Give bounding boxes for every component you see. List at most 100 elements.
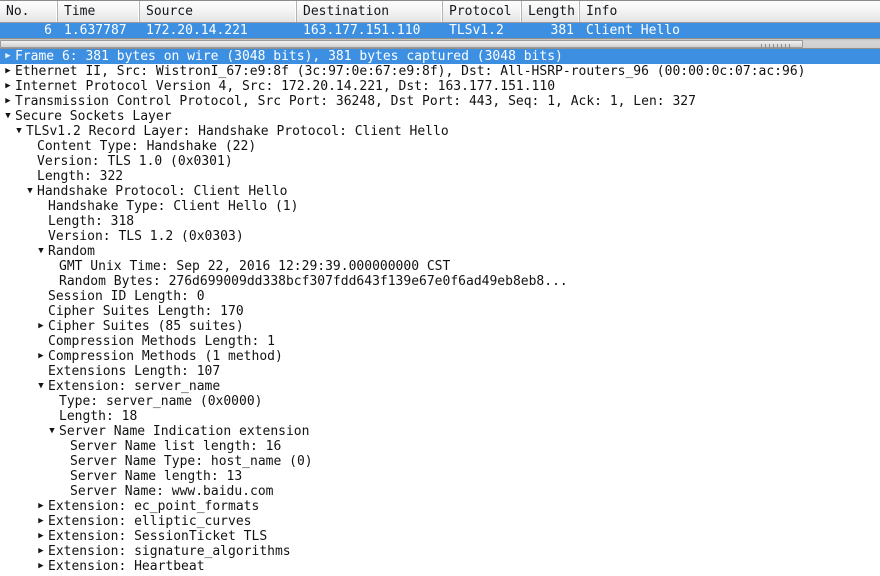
detail-tree-row-label: Secure Sockets Layer	[15, 109, 172, 124]
packet-cell-no: 6	[44, 23, 52, 38]
detail-tree-row[interactable]: Server Name: www.baidu.com	[0, 484, 880, 499]
expand-triangle-right-icon[interactable]: ▶	[35, 499, 47, 514]
column-header-protocol[interactable]: Protocol	[443, 1, 522, 22]
detail-tree-row-label: Server Name: www.baidu.com	[70, 484, 274, 499]
detail-tree-row-label: Internet Protocol Version 4, Src: 172.20…	[15, 79, 556, 94]
detail-tree-row[interactable]: Compression Methods Length: 1	[0, 334, 880, 349]
scrollbar-grip-icon	[761, 44, 793, 48]
detail-tree-row-label: Ethernet II, Src: WistronI_67:e9:8f (3c:…	[15, 64, 806, 79]
expand-triangle-down-icon[interactable]: ▼	[13, 124, 25, 139]
detail-tree-row-label: Version: TLS 1.2 (0x0303)	[48, 229, 244, 244]
detail-tree-row-label: Session ID Length: 0	[48, 289, 205, 304]
expand-triangle-right-icon[interactable]: ▶	[35, 559, 47, 574]
detail-tree-row[interactable]: ▶ Extension: signature_algorithms	[0, 544, 880, 559]
packet-list-row[interactable]: 6 1.637787 172.20.14.221 163.177.151.110 TLS…	[0, 23, 880, 38]
detail-tree-row-label: Server Name list length: 16	[70, 439, 282, 454]
detail-tree-row-label: Extension: Heartbeat	[48, 559, 205, 574]
expand-triangle-down-icon[interactable]: ▼	[2, 109, 14, 124]
expand-triangle-right-icon[interactable]: ▶	[35, 529, 47, 544]
expand-triangle-right-icon[interactable]: ▶	[35, 514, 47, 529]
detail-tree-row[interactable]: Handshake Type: Client Hello (1)	[0, 199, 880, 214]
detail-tree-row[interactable]: GMT Unix Time: Sep 22, 2016 12:29:39.000…	[0, 259, 880, 274]
detail-tree-row[interactable]: ▶ Ethernet II, Src: WistronI_67:e9:8f (3c…	[0, 64, 880, 79]
detail-tree-row[interactable]: ▶ Extension: ec_point_formats	[0, 499, 880, 514]
detail-tree-row[interactable]: Length: 318	[0, 214, 880, 229]
packet-cell-protocol: TLSv1.2	[449, 23, 504, 38]
detail-tree-row[interactable]: Length: 322	[0, 169, 880, 184]
detail-tree-row-label: Length: 318	[48, 214, 135, 229]
detail-tree-row[interactable]: ▶ Extension: Heartbeat	[0, 559, 880, 574]
detail-tree-row[interactable]: ▼ TLSv1.2 Record Layer: Handshake Protoco…	[0, 124, 880, 139]
detail-tree-row-label: Handshake Protocol: Client Hello	[37, 184, 288, 199]
detail-tree-row[interactable]: ▶ Internet Protocol Version 4, Src: 172.2…	[0, 79, 880, 94]
packet-cell-destination: 163.177.151.110	[303, 23, 421, 38]
detail-tree-row[interactable]: Server Name list length: 16	[0, 439, 880, 454]
expand-triangle-down-icon[interactable]: ▼	[35, 379, 47, 394]
detail-tree-row-label: TLSv1.2 Record Layer: Handshake Protocol…	[26, 124, 449, 139]
detail-tree-row[interactable]: ▶ Extension: elliptic_curves	[0, 514, 880, 529]
detail-tree-row-label: GMT Unix Time: Sep 22, 2016 12:29:39.000…	[59, 259, 451, 274]
detail-tree-row[interactable]: ▼ Extension: server_name	[0, 379, 880, 394]
detail-tree-row-label: Server Name length: 13	[70, 469, 243, 484]
detail-tree-row-label: Random	[48, 244, 95, 259]
expand-triangle-down-icon[interactable]: ▼	[46, 424, 58, 439]
expand-triangle-right-icon[interactable]: ▶	[35, 544, 47, 559]
detail-tree-row[interactable]: ▼ Handshake Protocol: Client Hello	[0, 184, 880, 199]
packet-cell-info: Client Hello	[586, 23, 680, 38]
column-header-source[interactable]: Source	[140, 1, 297, 22]
expand-triangle-right-icon[interactable]: ▶	[2, 49, 14, 64]
detail-tree-row[interactable]: Server Name Type: host_name (0)	[0, 454, 880, 469]
detail-tree-row-label: Type: server_name (0x0000)	[59, 394, 263, 409]
detail-tree-row[interactable]: ▶ Frame 6: 381 bytes on wire (3048 bits),…	[0, 49, 880, 64]
detail-tree-row[interactable]: Type: server_name (0x0000)	[0, 394, 880, 409]
detail-tree-row[interactable]: ▶ Compression Methods (1 method)	[0, 349, 880, 364]
detail-tree-row-label: Transmission Control Protocol, Src Port:…	[15, 94, 696, 109]
packet-cell-time: 1.637787	[64, 23, 127, 38]
detail-tree-row[interactable]: Version: TLS 1.0 (0x0301)	[0, 154, 880, 169]
packet-detail-tree[interactable]: ▶ Frame 6: 381 bytes on wire (3048 bits),…	[0, 49, 880, 574]
detail-tree-row-label: Handshake Type: Client Hello (1)	[48, 199, 299, 214]
scrollbar-thumb[interactable]	[0, 40, 803, 48]
packet-list-header[interactable]: No. Time Source Destination Protocol Length In…	[0, 0, 880, 23]
detail-tree-row[interactable]: Extensions Length: 107	[0, 364, 880, 379]
detail-tree-row[interactable]: Content Type: Handshake (22)	[0, 139, 880, 154]
column-header-destination[interactable]: Destination	[297, 1, 443, 22]
column-header-info[interactable]: Info	[580, 1, 880, 22]
expand-triangle-right-icon[interactable]: ▶	[35, 319, 47, 334]
expand-triangle-right-icon[interactable]: ▶	[2, 94, 14, 109]
detail-tree-row-label: Cipher Suites (85 suites)	[48, 319, 244, 334]
detail-tree-row-label: Frame 6: 381 bytes on wire (3048 bits), …	[15, 49, 563, 64]
detail-tree-row[interactable]: ▶ Extension: SessionTicket TLS	[0, 529, 880, 544]
horizontal-scrollbar[interactable]	[0, 38, 880, 49]
packet-cell-source: 172.20.14.221	[146, 23, 248, 38]
detail-tree-row[interactable]: Version: TLS 1.2 (0x0303)	[0, 229, 880, 244]
detail-tree-row[interactable]: ▼ Server Name Indication extension	[0, 424, 880, 439]
detail-tree-row[interactable]: ▼ Random	[0, 244, 880, 259]
detail-tree-row[interactable]: ▶ Transmission Control Protocol, Src Port…	[0, 94, 880, 109]
detail-tree-row[interactable]: ▼ Secure Sockets Layer	[0, 109, 880, 124]
detail-tree-row[interactable]: Server Name length: 13	[0, 469, 880, 484]
column-header-time[interactable]: Time	[58, 1, 140, 22]
column-header-no[interactable]: No.	[0, 1, 58, 22]
expand-triangle-right-icon[interactable]: ▶	[35, 349, 47, 364]
wireshark-window: No. Time Source Destination Protocol Length In…	[0, 0, 880, 576]
detail-tree-row[interactable]: ▶ Cipher Suites (85 suites)	[0, 319, 880, 334]
detail-tree-row-label: Server Name Indication extension	[59, 424, 310, 439]
detail-tree-row[interactable]: Length: 18	[0, 409, 880, 424]
packet-list[interactable]: 6 1.637787 172.20.14.221 163.177.151.110 TLS…	[0, 23, 880, 38]
detail-tree-row[interactable]: Random Bytes: 276d699009dd338bcf307fdd64…	[0, 274, 880, 289]
expand-triangle-down-icon[interactable]: ▼	[35, 244, 47, 259]
detail-tree-row-label: Extensions Length: 107	[48, 364, 221, 379]
detail-tree-row-label: Compression Methods Length: 1	[48, 334, 275, 349]
detail-tree-row-label: Extension: ec_point_formats	[48, 499, 260, 514]
detail-tree-row-label: Compression Methods (1 method)	[48, 349, 283, 364]
detail-tree-row-label: Content Type: Handshake (22)	[37, 139, 257, 154]
column-header-length[interactable]: Length	[522, 1, 580, 22]
detail-tree-row[interactable]: Cipher Suites Length: 170	[0, 304, 880, 319]
expand-triangle-right-icon[interactable]: ▶	[2, 79, 14, 94]
detail-tree-row[interactable]: Session ID Length: 0	[0, 289, 880, 304]
expand-triangle-right-icon[interactable]: ▶	[2, 64, 14, 79]
detail-tree-row-label: Server Name Type: host_name (0)	[70, 454, 313, 469]
expand-triangle-down-icon[interactable]: ▼	[24, 184, 36, 199]
detail-tree-row-label: Extension: SessionTicket TLS	[48, 529, 268, 544]
